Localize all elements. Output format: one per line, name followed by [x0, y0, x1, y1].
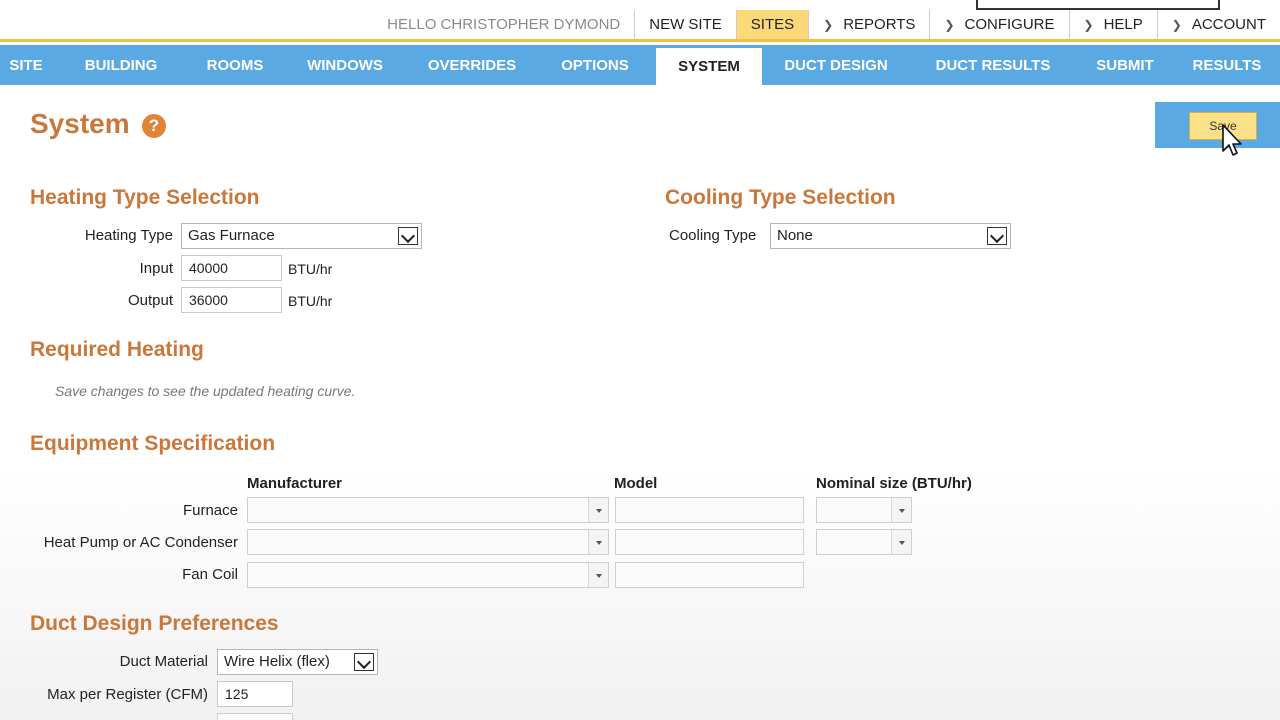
manufacturer-column-header: Manufacturer: [247, 475, 343, 492]
dropdown-arrow-icon[interactable]: [354, 653, 374, 671]
tab-submit[interactable]: SUBMIT: [1076, 45, 1174, 85]
tab-results[interactable]: RESULTS: [1174, 45, 1280, 85]
tab-building[interactable]: BUILDING: [52, 45, 190, 85]
cooling-section-title: Cooling Type Selection: [665, 186, 896, 209]
tab-site[interactable]: SITE: [0, 45, 52, 85]
tab-system[interactable]: SYSTEM: [656, 48, 762, 85]
fan-coil-manufacturer-select[interactable]: [247, 562, 609, 588]
input-label: Input: [139, 260, 173, 277]
furnace-model-select[interactable]: [615, 497, 804, 523]
mouse-cursor-icon: [1222, 124, 1242, 156]
tab-options[interactable]: OPTIONS: [534, 45, 656, 85]
heating-output-field[interactable]: 36000: [181, 287, 282, 313]
cooling-type-select[interactable]: None: [770, 223, 1011, 249]
menu-configure[interactable]: ❯ CONFIGURE: [929, 10, 1068, 39]
page-title: System: [30, 108, 130, 139]
furnace-size-select[interactable]: [816, 497, 912, 523]
cooling-type-value: None: [777, 227, 813, 244]
tab-duct-design[interactable]: DUCT DESIGN: [762, 45, 910, 85]
menu-reports[interactable]: ❯ REPORTS: [808, 10, 929, 39]
output-label: Output: [127, 292, 173, 309]
menu-new-site-label: NEW SITE: [649, 16, 722, 33]
menu-reports-label: REPORTS: [843, 16, 916, 33]
partial-field[interactable]: [217, 713, 293, 720]
cooling-type-label: Cooling Type: [669, 227, 757, 244]
menu-sites-label: SITES: [750, 16, 795, 33]
fan-coil-label: Fan Coil: [182, 566, 238, 583]
menu-account-label: ACCOUNT: [1191, 16, 1266, 33]
model-column-header: Model: [614, 475, 658, 492]
save-panel: Save: [1155, 102, 1280, 148]
fan-coil-model-select[interactable]: [615, 562, 804, 588]
partial-header-tab: [976, 0, 1220, 10]
tab-overrides[interactable]: OVERRIDES: [410, 45, 534, 85]
chevron-down-icon: ❯: [823, 17, 834, 32]
output-unit: BTU/hr: [288, 293, 333, 309]
input-unit: BTU/hr: [288, 261, 333, 277]
dropdown-arrow-icon[interactable]: [588, 530, 608, 554]
chevron-down-icon: ❯: [944, 17, 955, 32]
heating-type-select[interactable]: Gas Furnace: [181, 223, 422, 249]
dropdown-arrow-icon[interactable]: [891, 530, 911, 554]
nominal-size-column-header: Nominal size (BTU/hr): [816, 475, 972, 492]
menu-new-site[interactable]: NEW SITE: [634, 10, 736, 39]
chevron-down-icon: ❯: [1171, 17, 1182, 32]
menu-configure-label: CONFIGURE: [964, 16, 1055, 33]
dropdown-arrow-icon[interactable]: [588, 498, 608, 522]
duct-prefs-section-title: Duct Design Preferences: [30, 612, 279, 635]
greeting: HELLO CHRISTOPHER DYMOND: [387, 16, 621, 33]
tab-duct-results[interactable]: DUCT RESULTS: [910, 45, 1076, 85]
duct-material-select[interactable]: Wire Helix (flex): [217, 649, 378, 675]
top-bar: HELLO CHRISTOPHER DYMOND NEW SITE SITES …: [0, 10, 1280, 42]
menu-sites[interactable]: SITES: [735, 10, 809, 39]
furnace-manufacturer-select[interactable]: [247, 497, 609, 523]
menu-help-label: HELP: [1103, 16, 1143, 33]
dropdown-arrow-icon[interactable]: [398, 227, 418, 245]
chevron-down-icon: ❯: [1083, 17, 1094, 32]
heat-pump-model-select[interactable]: [615, 529, 804, 555]
heating-curve-note: Save changes to see the updated heating …: [55, 383, 356, 399]
heating-section-title: Heating Type Selection: [30, 186, 260, 209]
equipment-section-title: Equipment Specification: [30, 432, 276, 455]
dropdown-arrow-icon[interactable]: [987, 227, 1007, 245]
heat-pump-manufacturer-select[interactable]: [247, 529, 609, 555]
furnace-label: Furnace: [182, 502, 238, 519]
heat-pump-size-select[interactable]: [816, 529, 912, 555]
tab-windows[interactable]: WINDOWS: [280, 45, 410, 85]
help-icon[interactable]: ?: [142, 114, 166, 138]
heating-input-field[interactable]: 40000: [181, 255, 282, 281]
heating-type-label: Heating Type: [84, 227, 173, 244]
dropdown-arrow-icon[interactable]: [588, 563, 608, 587]
menu-help[interactable]: ❯ HELP: [1068, 10, 1157, 39]
tab-rooms[interactable]: ROOMS: [190, 45, 280, 85]
max-register-field[interactable]: 125: [217, 681, 293, 707]
main-nav: SITE BUILDING ROOMS WINDOWS OVERRIDES OP…: [0, 45, 1280, 85]
max-register-label: Max per Register (CFM): [47, 686, 208, 703]
duct-material-label: Duct Material: [119, 653, 208, 670]
heating-type-value: Gas Furnace: [188, 227, 275, 244]
duct-material-value: Wire Helix (flex): [224, 653, 330, 670]
required-heating-title: Required Heating: [30, 338, 204, 361]
dropdown-arrow-icon[interactable]: [891, 498, 911, 522]
heat-pump-label: Heat Pump or AC Condenser: [43, 534, 238, 551]
menu-account[interactable]: ❯ ACCOUNT: [1156, 10, 1280, 39]
